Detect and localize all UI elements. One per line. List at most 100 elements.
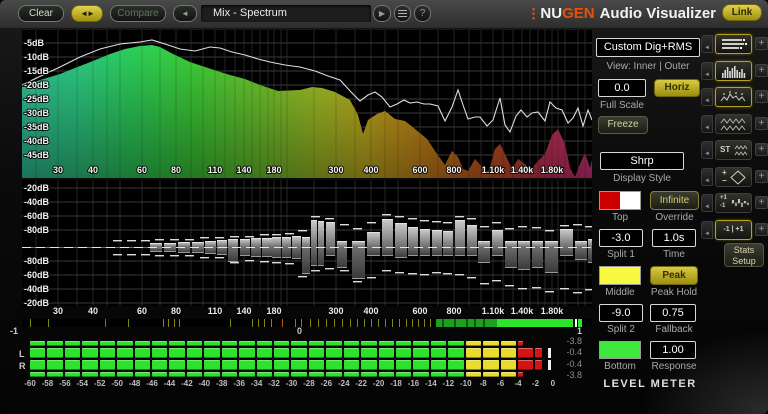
meter-segment xyxy=(448,372,464,377)
peak-hold-dash xyxy=(505,285,514,287)
channel-label-left: L xyxy=(19,349,25,359)
diff-bar-cap xyxy=(455,255,465,256)
display-style-box[interactable]: Shrp xyxy=(600,152,684,170)
preset-field[interactable]: Mix - Spectrum xyxy=(201,5,371,22)
meter-segment xyxy=(99,341,116,346)
mode-button-spectrum-graph[interactable] xyxy=(715,87,752,107)
meter-segment xyxy=(378,341,394,346)
mode-row-stereo-balance: ◄ +1 -1 + xyxy=(701,193,768,213)
next-preset-button[interactable]: ▶ xyxy=(373,5,391,22)
brand-nu: NU xyxy=(540,5,563,22)
mode-tab-button[interactable]: ◄ xyxy=(701,168,713,186)
mode-tab-button[interactable]: ◄ xyxy=(701,115,713,133)
preset-list-button[interactable] xyxy=(394,5,411,22)
mode-plus-button[interactable]: + xyxy=(755,170,768,183)
meter-peak-mark xyxy=(547,348,551,358)
diff-bar-cap xyxy=(311,265,317,266)
meter-segment xyxy=(430,360,447,370)
meter-scale-label: -44 xyxy=(163,379,176,388)
correlation-tick xyxy=(418,319,419,327)
mode-button-spectrum-bars[interactable] xyxy=(715,61,752,81)
diff-bar-cap xyxy=(532,241,543,242)
meter-segment xyxy=(535,360,542,370)
meter-segment xyxy=(221,348,238,358)
meter-segment xyxy=(465,372,482,377)
horiz-button[interactable]: Horiz xyxy=(654,79,700,97)
mode-plus-button[interactable]: + xyxy=(755,223,768,236)
mode-tab-button[interactable]: ◄ xyxy=(701,35,713,53)
meter-segment xyxy=(169,341,185,346)
left-arrow-icon: ◄ xyxy=(704,178,710,184)
time-value-box[interactable]: 1.0s xyxy=(652,229,696,247)
mode-button-stereo-balance[interactable]: +1 -1 xyxy=(715,193,752,213)
fallback-value-box[interactable]: 0.75 xyxy=(650,304,696,322)
mode-button-level-meters[interactable] xyxy=(715,34,752,54)
meter-segment xyxy=(117,348,133,358)
meter-segment xyxy=(500,348,516,358)
diff-spectrum-display[interactable]: -20dB -40dB -60dB -80dB -80dB -60dB -40dB -20dB xyxy=(22,180,592,306)
mode-tab-button[interactable]: ◄ xyxy=(701,221,713,239)
mode-plus-button[interactable]: + xyxy=(755,196,768,209)
meter-segment xyxy=(308,341,325,346)
mode-tab-button[interactable]: ◄ xyxy=(701,194,713,212)
meter-segment xyxy=(291,341,307,346)
diff-bar-up xyxy=(560,229,573,247)
mode-plus-button[interactable]: + xyxy=(755,64,768,77)
mode-button-stereo-spectrogram[interactable]: ST xyxy=(715,140,752,160)
mode-tab-button[interactable]: ◄ xyxy=(701,141,713,159)
freeze-button[interactable]: Freeze xyxy=(598,116,648,134)
diff-bar-cap xyxy=(395,257,407,258)
mode-button-vectorscope[interactable]: + − xyxy=(715,167,752,187)
meter-segment xyxy=(465,360,482,370)
meter-segment xyxy=(274,341,290,346)
prev-preset-button[interactable]: ◄ xyxy=(173,5,197,22)
peak-hold-dash xyxy=(408,218,417,220)
link-button[interactable]: Link xyxy=(722,4,762,21)
help-button[interactable]: ? xyxy=(414,5,431,22)
clear-button[interactable]: Clear xyxy=(18,5,64,22)
mode-button-spectrogram[interactable] xyxy=(715,114,752,134)
mode-plus-button[interactable]: + xyxy=(755,143,768,156)
mode-plus-button[interactable]: + xyxy=(755,37,768,50)
diff-bar-down xyxy=(532,248,543,268)
diff-bar-cap xyxy=(382,255,393,256)
mode-tab-button[interactable]: ◄ xyxy=(701,88,713,106)
peak-hold-mode-button[interactable]: Peak xyxy=(650,266,698,285)
correlation-tick xyxy=(174,319,175,327)
spectrum-bars-icon xyxy=(722,66,746,78)
diff-bar-cap xyxy=(492,230,503,231)
meter-segment xyxy=(326,341,342,346)
peak-hold-dash xyxy=(382,270,391,272)
diff-bar-cap xyxy=(318,265,324,266)
diff-bar-cap xyxy=(164,243,176,244)
ab-toggle-button[interactable]: ◄► xyxy=(71,5,103,22)
split2-value-box[interactable]: -9.0 xyxy=(599,304,643,322)
split1-value-box[interactable]: -3.0 xyxy=(599,229,643,247)
peak-hold-dash xyxy=(113,254,122,256)
correlation-history-strip[interactable] xyxy=(22,319,592,327)
full-scale-value-box[interactable]: 0.0 xyxy=(598,79,646,97)
mode-plus-button[interactable]: + xyxy=(755,90,768,103)
compare-button[interactable]: Compare xyxy=(110,5,166,22)
middle-color-swatch[interactable] xyxy=(599,266,641,285)
correlation-scale-label: 0 xyxy=(297,326,303,336)
peak-hold-dash xyxy=(408,273,417,275)
meter-segment xyxy=(518,372,523,377)
mode-button-correlation[interactable]: -1 | +1 xyxy=(715,220,752,240)
meter-segment xyxy=(204,372,220,377)
meter-scale-label: -58 xyxy=(41,379,54,388)
mode-display-box[interactable]: Custom Dig+RMS xyxy=(596,38,700,57)
top-color-swatch[interactable] xyxy=(599,191,641,210)
meter-segment xyxy=(152,372,168,377)
override-button[interactable]: Infinite xyxy=(650,191,699,210)
peak-hold-dash xyxy=(272,262,281,264)
correlation-tick xyxy=(258,319,259,327)
peak-hold-dash xyxy=(185,255,194,257)
stats-setup-button[interactable]: Stats Setup xyxy=(724,243,764,267)
mode-tab-button[interactable]: ◄ xyxy=(701,62,713,80)
mode-plus-button[interactable]: + xyxy=(755,117,768,130)
spectrum-x-label: 300 xyxy=(328,165,343,175)
correlation-tick xyxy=(342,319,343,327)
diff-bar-cap xyxy=(205,253,216,254)
spectrum-display[interactable]: -5dB -10dB -15dB -20dB -25dB -30dB -35dB -40dB -… xyxy=(22,30,592,178)
